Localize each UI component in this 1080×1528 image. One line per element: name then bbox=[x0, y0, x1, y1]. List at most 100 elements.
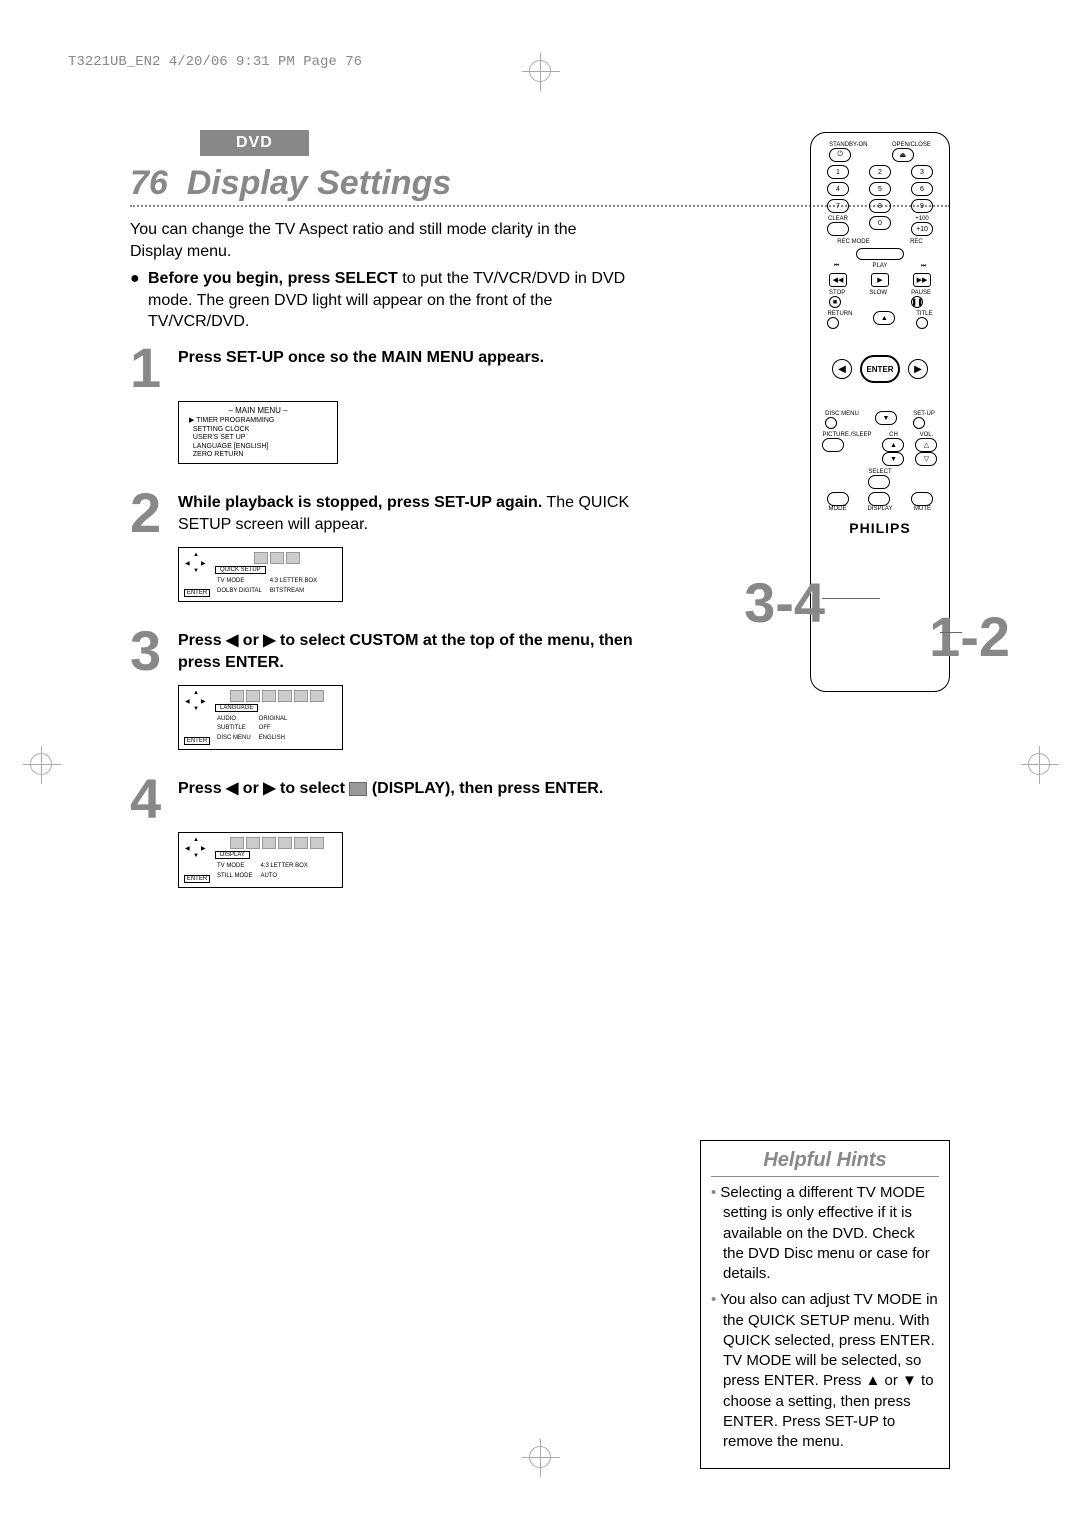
lang-row2-l: SUBTITLE bbox=[217, 725, 257, 733]
left-button: ◀ bbox=[832, 359, 852, 379]
step-1-number: 1 bbox=[130, 343, 178, 393]
num-5: 5 bbox=[869, 182, 891, 196]
step-4-a: Press bbox=[178, 780, 226, 797]
step-2-bold: While playback is stopped, press SET-UP … bbox=[178, 494, 542, 511]
before-begin-bullet: ● Before you begin, press SELECT to put … bbox=[130, 268, 630, 333]
step-4-b: to select bbox=[276, 780, 350, 797]
main-menu-item-1: SETTING CLOCK bbox=[193, 426, 249, 433]
vol-down-button: ▽ bbox=[915, 452, 937, 466]
num-3: 3 bbox=[911, 165, 933, 179]
main-menu-title: – MAIN MENU – bbox=[183, 406, 333, 415]
print-header: T3221UB_EN2 4/20/06 9:31 PM Page 76 bbox=[68, 54, 362, 70]
helpful-hints-box: Helpful Hints Selecting a different TV M… bbox=[700, 1140, 950, 1469]
vol-label: VOL. bbox=[915, 432, 937, 438]
qs-row1-l: TV MODE bbox=[217, 578, 268, 586]
clear-label: CLEAR bbox=[827, 216, 849, 222]
mute-button bbox=[911, 492, 933, 506]
picture-label: PICTURE /SLEEP bbox=[822, 432, 871, 438]
return-label: RETURN bbox=[827, 311, 852, 317]
disp-row1-r: 4:3 LETTER BOX bbox=[260, 863, 307, 871]
play-label: PLAY bbox=[873, 263, 888, 270]
main-menu-item-3: LANGUAGE [ENGLISH] bbox=[193, 443, 268, 450]
callout-1-2: 1-2 bbox=[929, 604, 1010, 669]
title-label: TITLE bbox=[916, 311, 932, 317]
lang-row3-r: ENGLISH bbox=[259, 735, 288, 743]
qs-row2-l: DOLBY DIGITAL bbox=[217, 588, 268, 596]
language-enter: ENTER bbox=[184, 737, 210, 745]
disp-row2-r: AUTO bbox=[260, 873, 307, 881]
lang-row1-r: ORIGINAL bbox=[259, 716, 288, 724]
callout-line-12 bbox=[940, 632, 962, 633]
num-2: 2 bbox=[869, 165, 891, 179]
stop-button: ■ bbox=[829, 296, 841, 308]
before-begin-bold: Before you begin, press SELECT bbox=[148, 270, 398, 287]
step-3-number: 3 bbox=[130, 626, 178, 676]
display-tab: DISPLAY bbox=[215, 851, 250, 859]
slow-label: SLOW bbox=[869, 290, 887, 308]
num-9: 9 bbox=[911, 199, 933, 213]
enter-button: ENTER bbox=[860, 355, 900, 383]
setup-button bbox=[913, 417, 925, 429]
num-0: 0 bbox=[869, 216, 891, 230]
main-menu-osd: – MAIN MENU – ▶ TIMER PROGRAMMING SETTIN… bbox=[178, 401, 338, 464]
select-label: SELECT bbox=[868, 469, 891, 475]
step-1-text: Press SET-UP once so the MAIN MENU appea… bbox=[178, 349, 544, 366]
main-menu-item-4: ZERO RETURN bbox=[193, 451, 244, 458]
picture-button bbox=[822, 438, 844, 452]
step-3: 3 Press ◀ or ▶ to select CUSTOM at the t… bbox=[130, 626, 670, 676]
disp-row2-l: STILL MODE bbox=[217, 873, 258, 881]
ch-up-button: ▲ bbox=[882, 438, 904, 452]
vol-up-button: △ bbox=[915, 438, 937, 452]
lang-row3-l: DISC MENU bbox=[217, 735, 257, 743]
num-8: 8 bbox=[869, 199, 891, 213]
step-4-c: (DISPLAY), then press ENTER. bbox=[372, 780, 603, 797]
hints-title: Helpful Hints bbox=[711, 1149, 939, 1172]
quick-setup-tab: QUICK SETUP bbox=[215, 566, 266, 574]
step-4: 4 Press ◀ or ▶ to select (DISPLAY), then… bbox=[130, 774, 670, 824]
step-4-number: 4 bbox=[130, 774, 178, 824]
main-menu-item-0: TIMER PROGRAMMING bbox=[196, 417, 274, 424]
display-label: DISPLAY bbox=[868, 506, 893, 512]
rec-label: REC bbox=[910, 239, 923, 245]
openclose-label: OPEN/CLOSE bbox=[892, 142, 931, 148]
ch-down-button: ▼ bbox=[882, 452, 904, 466]
stop-label: STOP bbox=[829, 290, 845, 296]
step-2: 2 While playback is stopped, press SET-U… bbox=[130, 488, 670, 538]
mute-label: MUTE bbox=[911, 506, 933, 512]
language-osd: ▲ ◀▶ ▼ ENTER LANGUAGE AUDIOORIGINAL SUBT… bbox=[178, 685, 343, 750]
rew-button: ◀◀ bbox=[829, 273, 847, 287]
plus10-button: +10 bbox=[911, 222, 933, 236]
step-2-number: 2 bbox=[130, 488, 178, 538]
standby-button: ⏻ bbox=[829, 148, 851, 162]
callout-3-4: 3-4 bbox=[744, 570, 825, 635]
lang-row1-l: AUDIO bbox=[217, 716, 257, 724]
disc-button bbox=[825, 417, 837, 429]
mode-button bbox=[827, 492, 849, 506]
quick-setup-enter: ENTER bbox=[184, 589, 210, 597]
hint-2: You also can adjust TV MODE in the QUICK… bbox=[711, 1290, 939, 1452]
disp-row1-l: TV MODE bbox=[217, 863, 258, 871]
clear-button bbox=[827, 222, 849, 236]
pause-label: PAUSE bbox=[911, 290, 931, 296]
bullet-dot-icon: ● bbox=[130, 268, 142, 333]
intro-text: You can change the TV Aspect ratio and s… bbox=[130, 219, 630, 262]
qs-row1-r: 4:3 LETTER BOX bbox=[270, 578, 317, 586]
crop-mark-right bbox=[1028, 753, 1050, 775]
step-3-a: Press bbox=[178, 632, 226, 649]
setup-label: SET-UP bbox=[913, 411, 935, 417]
num-4: 4 bbox=[827, 182, 849, 196]
step-4-arrows: ◀ or ▶ bbox=[226, 780, 276, 797]
qs-row2-r: BITSTREAM bbox=[270, 588, 317, 596]
standby-label: STANDBY-ON bbox=[829, 142, 867, 148]
page-title-text: Display Settings bbox=[187, 164, 452, 202]
section-tag: DVD bbox=[200, 130, 309, 156]
page-number: 76 bbox=[130, 164, 168, 202]
openclose-button: ⏏ bbox=[892, 148, 914, 162]
disc-label: DISC MENU bbox=[825, 411, 859, 417]
brand-logo: PHILIPS bbox=[817, 520, 943, 536]
crop-mark-left bbox=[30, 753, 52, 775]
hint-1: Selecting a different TV MODE setting is… bbox=[711, 1183, 939, 1284]
crop-mark-bottom bbox=[529, 1446, 551, 1468]
recmode-label: REC MODE bbox=[837, 239, 869, 245]
step-1: 1 Press SET-UP once so the MAIN MENU app… bbox=[130, 343, 670, 393]
